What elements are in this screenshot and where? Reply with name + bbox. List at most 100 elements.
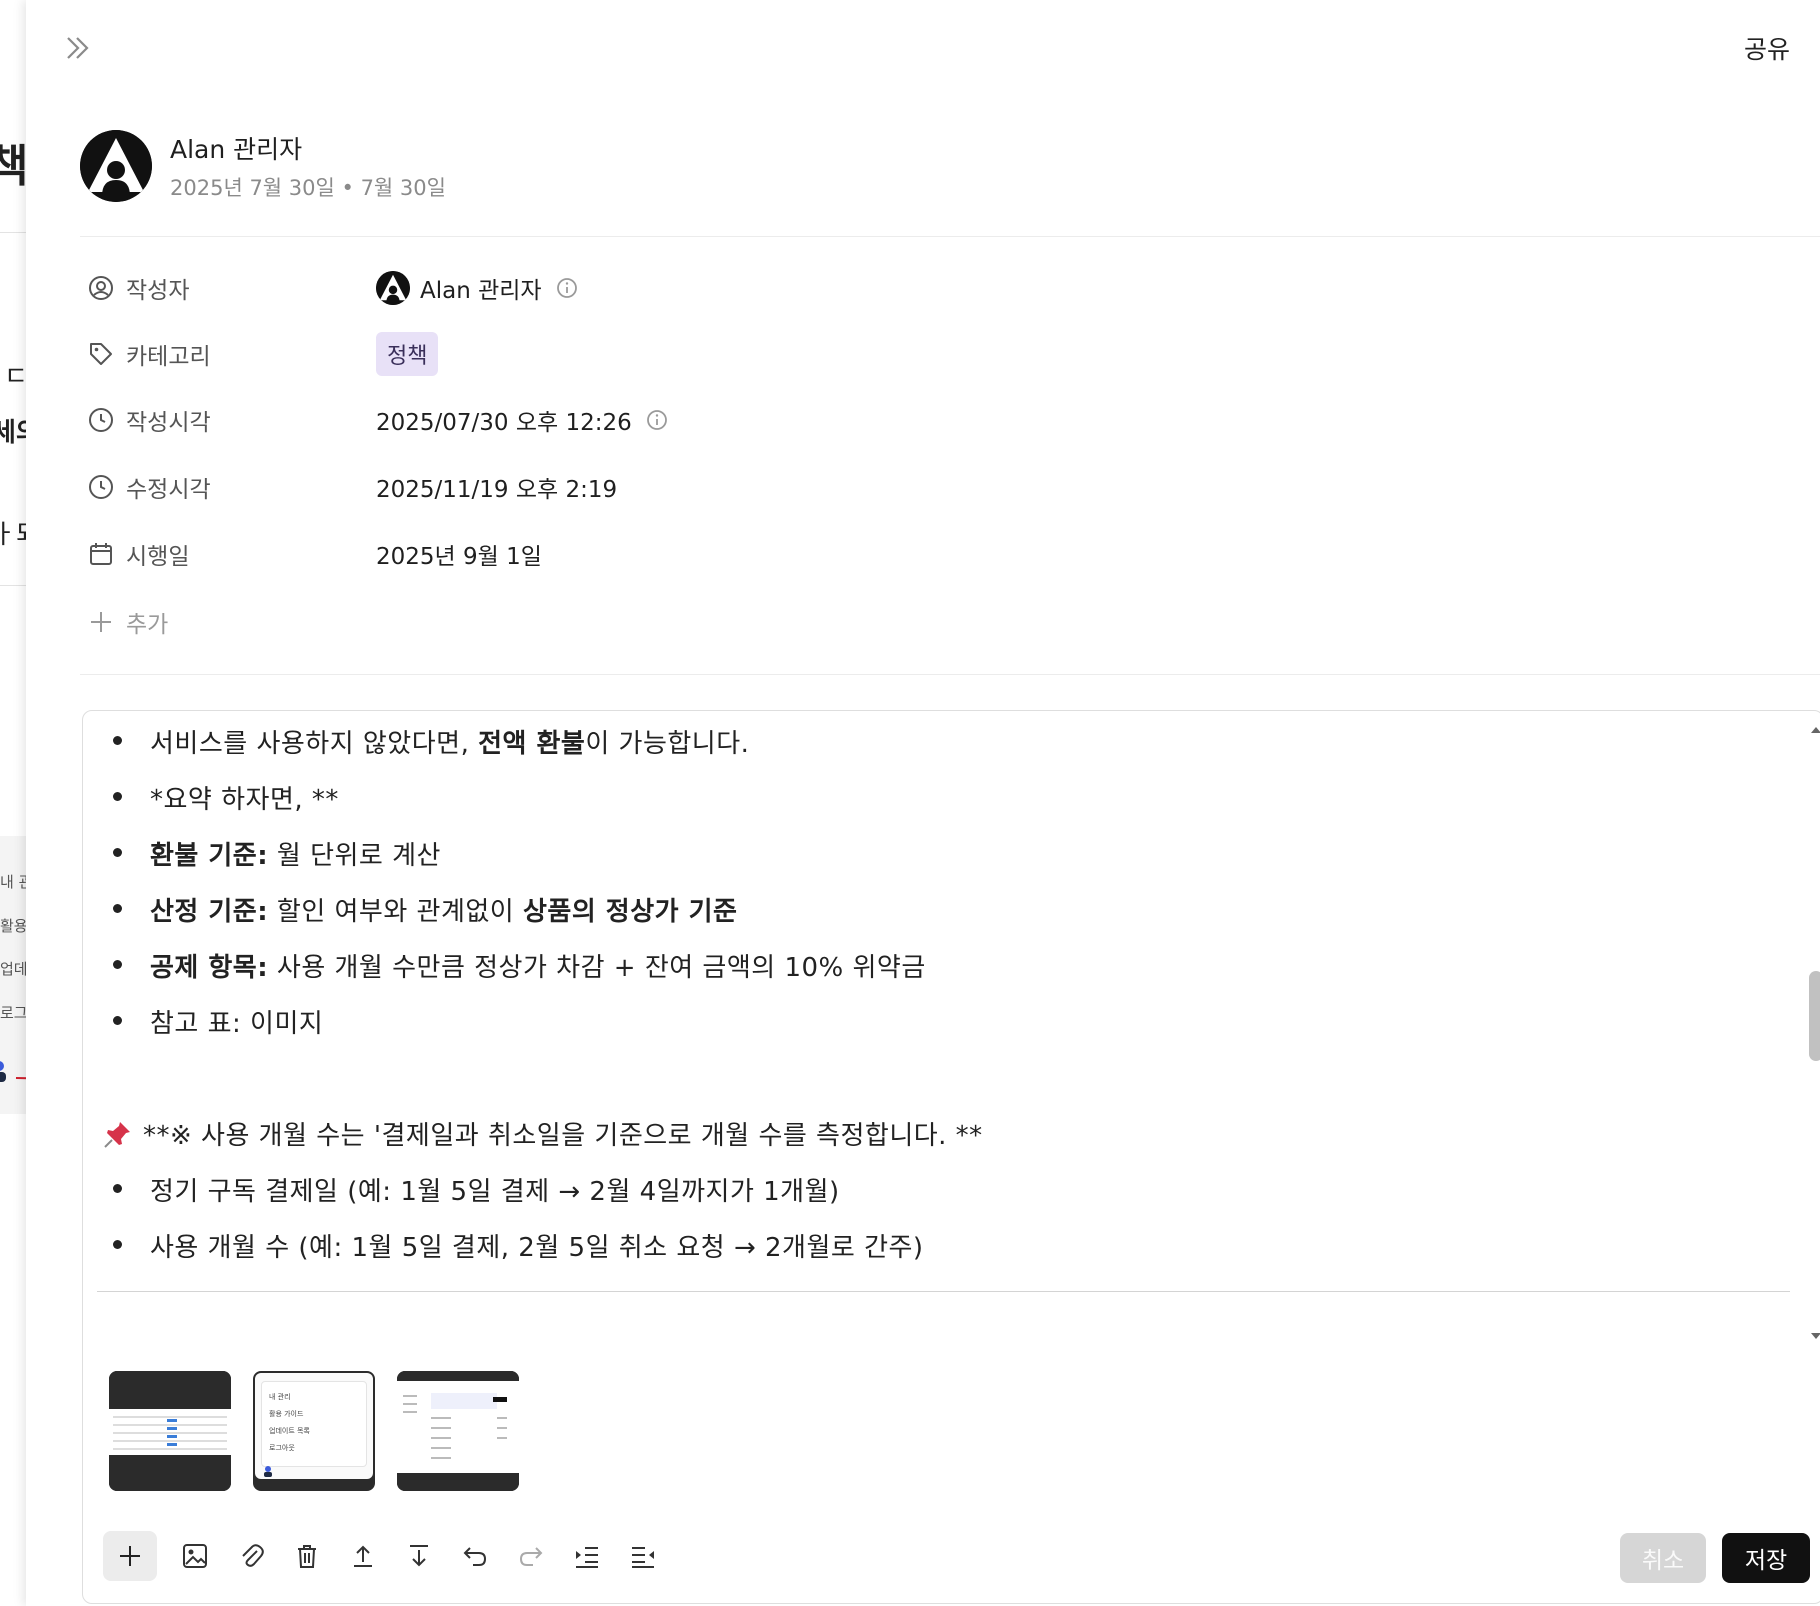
info-icon[interactable] (646, 409, 668, 431)
line-text: 사용 개월 수만큼 정상가 차감 + 잔여 금액의 10% 위약금 (268, 953, 926, 983)
attachments: 내 관리 활용 가이드 업데이트 목록 로그아웃 (109, 1371, 519, 1491)
line-text: 이 가능합니다. (585, 729, 750, 759)
bullet-dot (113, 848, 122, 857)
delete-button[interactable] (285, 1534, 329, 1578)
line-text: 참고 표: 이미지 (150, 1009, 324, 1039)
line-text: 할인 여부와 관계없이 (268, 897, 523, 927)
background-page: 책 ㄷ 세의 ㅏ되 내 관 활용 업데 로그 (0, 0, 26, 1606)
trash-icon (298, 1545, 316, 1568)
clock-icon (88, 407, 114, 433)
undo-icon (463, 1547, 487, 1566)
attach-file-button[interactable] (229, 1534, 273, 1578)
outdent-button[interactable] (621, 1534, 665, 1578)
bullet-dot (113, 904, 122, 913)
collapse-panel-button[interactable] (58, 28, 98, 68)
plus-icon (120, 1546, 140, 1566)
plus-icon (91, 612, 111, 632)
undo-button[interactable] (453, 1534, 497, 1578)
scroll-up-arrow[interactable] (1809, 723, 1820, 737)
property-label: 시행일 (126, 544, 190, 570)
bullet-dot (113, 960, 122, 969)
insert-image-button[interactable] (173, 1534, 217, 1578)
attachment-thumbnail[interactable] (109, 1371, 231, 1491)
bullet-dot (113, 792, 122, 801)
background-fragment: ㅏ되 (0, 520, 26, 550)
add-property-label: 추가 (126, 612, 169, 638)
background-menu-item: 로그 (0, 1004, 26, 1022)
info-icon[interactable] (556, 277, 578, 299)
move-up-button[interactable] (341, 1534, 385, 1578)
user-circle-icon (88, 275, 114, 301)
thumbnail-text: 로그아웃 (269, 1444, 295, 1452)
line-bold: 상품의 정상가 기준 (522, 897, 738, 927)
property-created[interactable]: 작성시각 2025/07/30 오후 12:26 (88, 400, 788, 440)
line-text: 정기 구독 결제일 (예: 1월 5일 결제 → 2월 4일까지가 1개월) (150, 1177, 840, 1207)
line-bold: 환불 기준: (150, 841, 269, 871)
content-divider (97, 1291, 1790, 1292)
property-category[interactable]: 카테고리 정책 (88, 332, 788, 376)
background-fragment: ㄷ (4, 362, 26, 392)
move-down-button[interactable] (397, 1534, 441, 1578)
scrollbar-thumb[interactable] (1809, 971, 1820, 1061)
line-text: 사용 개월 수 (예: 1월 5일 결제, 2월 5일 취소 요청 → 2개월로… (150, 1233, 924, 1263)
background-divider (0, 232, 26, 233)
user-icon (264, 1466, 272, 1477)
save-button[interactable]: 저장 (1722, 1533, 1810, 1583)
property-effective-date[interactable]: 시행일 2025년 9월 1일 (88, 534, 788, 574)
category-chip[interactable]: 정책 (376, 332, 439, 376)
redo-button[interactable] (509, 1534, 553, 1578)
image-icon (183, 1544, 207, 1568)
tag-icon (88, 341, 114, 367)
effective-value: 2025년 9월 1일 (376, 544, 542, 570)
line-text: 월 단위로 계산 (268, 841, 441, 871)
attachment-thumbnail[interactable] (397, 1371, 519, 1491)
indent-icon (576, 1547, 598, 1568)
property-label: 수정시각 (126, 477, 211, 503)
created-value: 2025/07/30 오후 12:26 (376, 410, 632, 436)
background-menu-item: 내 관 (0, 873, 26, 891)
property-label: 카테고리 (126, 344, 211, 370)
table-image-icon (109, 1371, 231, 1491)
attachment-thumbnail[interactable]: 내 관리 활용 가이드 업데이트 목록 로그아웃 (253, 1371, 375, 1491)
avatar (376, 271, 410, 305)
redo-icon (519, 1547, 543, 1566)
line-bold: 전액 환불 (478, 729, 586, 759)
scroll-down-arrow[interactable] (1809, 1329, 1820, 1343)
bullet-dot (113, 1184, 122, 1193)
post-date: 2025년 7월 30일 • 7월 30일 (170, 176, 446, 200)
pin-note-text: **※ 사용 개월 수는 '결제일과 취소일을 기준으로 개월 수를 측정합니다… (143, 1121, 983, 1151)
screenshot-image-icon (397, 1371, 519, 1491)
background-menu-item: 활용 (0, 917, 26, 935)
outdent-icon (632, 1547, 654, 1568)
editor-toolbar (103, 1531, 677, 1581)
double-chevron-right-icon (67, 37, 89, 59)
add-property-button[interactable]: 추가 (88, 605, 168, 639)
properties-divider (80, 674, 1820, 675)
insert-block-button[interactable] (103, 1531, 157, 1581)
attach-icon (242, 1544, 264, 1567)
clock-icon (88, 474, 114, 500)
background-fragment: 책 (0, 141, 26, 192)
property-modified[interactable]: 수정시각 2025/11/19 오후 2:19 (88, 467, 788, 507)
bullet-dot (113, 1240, 122, 1249)
line-bold: 산정 기준: (150, 897, 269, 927)
share-button[interactable]: 공유 (1744, 30, 1790, 66)
property-value: 2025/07/30 오후 12:26 (376, 403, 668, 437)
pin-note-line: **※ 사용 개월 수는 '결제일과 취소일을 기준으로 개월 수를 측정합니다… (103, 1115, 983, 1152)
background-fragment: 세의 (0, 418, 26, 448)
pushpin-icon (104, 1121, 130, 1148)
thumbnail-text: 활용 가이드 (269, 1410, 304, 1418)
cancel-button[interactable]: 취소 (1620, 1533, 1706, 1583)
editor-content[interactable]: 서비스를 사용하지 않았다면, 전액 환불이 가능합니다. *요약 하자면, *… (83, 711, 1793, 1291)
upload-icon (354, 1545, 372, 1567)
author-value: Alan 관리자 (420, 278, 542, 304)
bullet-dot (113, 736, 122, 745)
thumbnail-text: 내 관리 (269, 1393, 291, 1401)
indent-button[interactable] (565, 1534, 609, 1578)
user-icon (0, 1061, 6, 1082)
background-divider (0, 585, 26, 586)
thumbnail-text: 업데이트 목록 (269, 1427, 310, 1435)
bullet-dot (113, 1016, 122, 1025)
property-author[interactable]: 작성자 Alan 관리자 (88, 268, 788, 308)
property-label: 작성시각 (126, 410, 211, 436)
